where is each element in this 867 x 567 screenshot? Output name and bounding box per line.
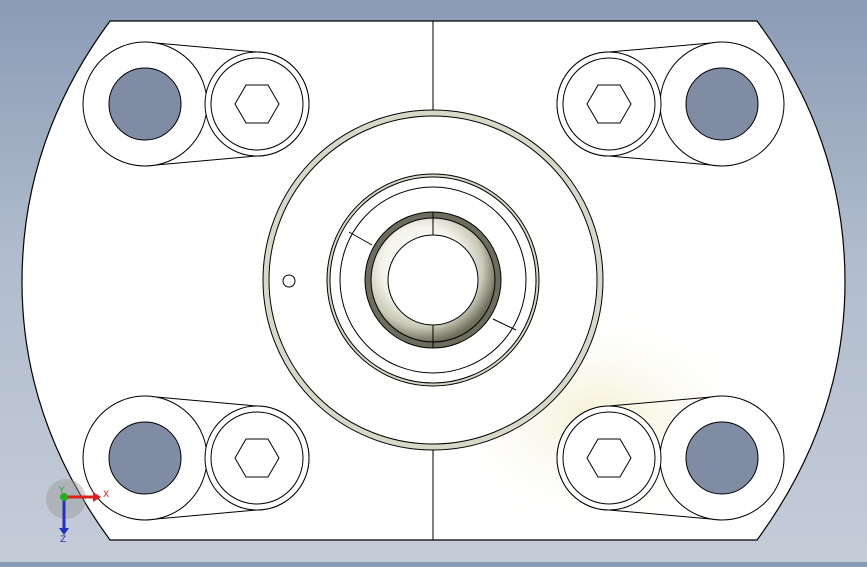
through-hole bbox=[108, 421, 182, 495]
locating-pin-hole bbox=[282, 274, 296, 288]
x-axis-label: X bbox=[103, 490, 109, 500]
bore-inner bbox=[387, 234, 479, 326]
z-axis-label: Z bbox=[60, 535, 66, 545]
y-axis-label: Y bbox=[58, 486, 65, 496]
cad-viewport[interactable]: X Y Z bbox=[0, 0, 867, 562]
through-hole bbox=[685, 421, 759, 495]
through-hole bbox=[685, 67, 759, 141]
through-hole bbox=[108, 67, 182, 141]
central-flange bbox=[262, 109, 604, 451]
cad-drawing-svg: X Y Z bbox=[21, 20, 846, 545]
